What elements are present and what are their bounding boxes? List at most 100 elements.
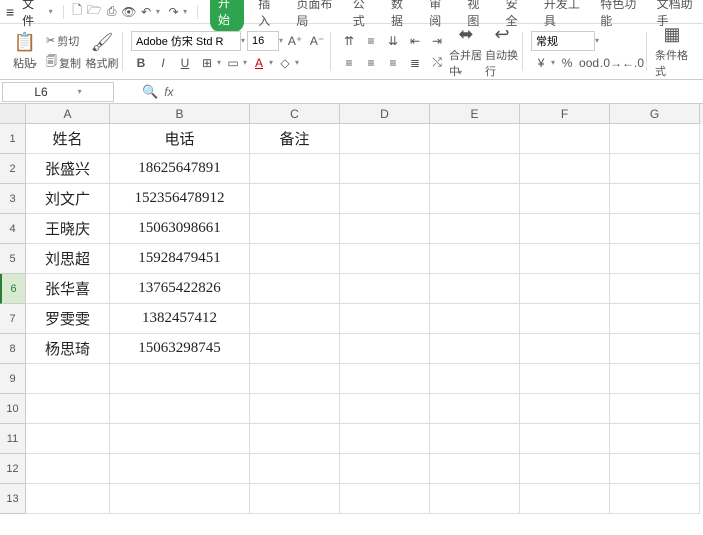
italic-button[interactable]: I xyxy=(153,53,173,73)
cell[interactable] xyxy=(520,214,610,244)
cell[interactable] xyxy=(340,334,430,364)
row-header[interactable]: 10 xyxy=(0,394,26,424)
row-header[interactable]: 3 xyxy=(0,184,26,214)
row-header[interactable]: 13 xyxy=(0,484,26,514)
cell[interactable] xyxy=(520,154,610,184)
cell[interactable]: 刘文广 xyxy=(26,184,110,214)
cell[interactable] xyxy=(430,394,520,424)
cell[interactable] xyxy=(610,364,700,394)
row-header[interactable]: 4 xyxy=(0,214,26,244)
cell[interactable] xyxy=(250,334,340,364)
cell[interactable]: 刘思超 xyxy=(26,244,110,274)
indent-increase-icon[interactable]: ⇥ xyxy=(427,31,447,51)
cell[interactable] xyxy=(110,364,250,394)
cell[interactable] xyxy=(430,304,520,334)
cell[interactable] xyxy=(610,214,700,244)
cell[interactable] xyxy=(430,364,520,394)
cell[interactable]: 张华喜 xyxy=(26,274,110,304)
paste-button[interactable]: 📋 粘贴▾ xyxy=(8,28,42,76)
cell[interactable]: 张盛兴 xyxy=(26,154,110,184)
print-preview-icon[interactable]: 👁 xyxy=(121,3,136,21)
comma-icon[interactable]: ood xyxy=(579,53,599,73)
decrease-font-icon[interactable]: A⁻ xyxy=(307,31,327,51)
cell[interactable] xyxy=(610,394,700,424)
cell[interactable] xyxy=(340,124,430,154)
cell[interactable] xyxy=(610,454,700,484)
cell[interactable] xyxy=(340,454,430,484)
cell[interactable] xyxy=(340,214,430,244)
cell[interactable] xyxy=(430,214,520,244)
font-color-button[interactable]: A xyxy=(249,53,269,73)
font-size-combo[interactable] xyxy=(247,31,279,51)
cell[interactable] xyxy=(110,454,250,484)
chevron-down-icon[interactable]: ▾ xyxy=(156,7,164,16)
row-header[interactable]: 1 xyxy=(0,124,26,154)
number-format-combo[interactable] xyxy=(531,31,595,51)
align-left-icon[interactable]: ≡ xyxy=(339,53,359,73)
cell[interactable] xyxy=(250,424,340,454)
cell[interactable] xyxy=(610,124,700,154)
fx-label[interactable]: fx xyxy=(164,85,173,99)
redo-icon[interactable]: ↷ xyxy=(166,3,181,21)
currency-icon[interactable]: ¥ xyxy=(531,53,551,73)
undo-icon[interactable]: ↶ xyxy=(139,3,154,21)
align-center-icon[interactable]: ≡ xyxy=(361,53,381,73)
col-header[interactable]: E xyxy=(430,104,520,124)
cell[interactable] xyxy=(430,154,520,184)
row-header[interactable]: 8 xyxy=(0,334,26,364)
increase-decimal-icon[interactable]: .0→ xyxy=(601,53,621,73)
file-menu[interactable]: 文件 xyxy=(18,0,46,29)
cell[interactable]: 姓名 xyxy=(26,124,110,154)
chevron-down-icon[interactable]: ▾ xyxy=(78,87,82,96)
formula-input[interactable] xyxy=(178,82,703,102)
cell[interactable] xyxy=(430,124,520,154)
cell[interactable] xyxy=(250,484,340,514)
align-top-icon[interactable]: ⇈ xyxy=(339,31,359,51)
cell[interactable] xyxy=(250,394,340,424)
cell[interactable] xyxy=(250,364,340,394)
font-name-combo[interactable] xyxy=(131,31,241,51)
cell[interactable] xyxy=(520,454,610,484)
col-header[interactable]: G xyxy=(610,104,700,124)
cell[interactable] xyxy=(26,454,110,484)
chevron-down-icon[interactable]: ▾ xyxy=(217,58,221,67)
cell[interactable] xyxy=(430,424,520,454)
cell[interactable] xyxy=(26,484,110,514)
cell[interactable] xyxy=(340,394,430,424)
cell[interactable] xyxy=(250,214,340,244)
cell[interactable] xyxy=(520,274,610,304)
col-header[interactable]: B xyxy=(110,104,250,124)
align-middle-icon[interactable]: ≡ xyxy=(361,31,381,51)
cell[interactable] xyxy=(26,364,110,394)
cell[interactable] xyxy=(110,394,250,424)
col-header[interactable]: C xyxy=(250,104,340,124)
cell[interactable] xyxy=(520,484,610,514)
cell[interactable] xyxy=(340,274,430,304)
percent-icon[interactable]: % xyxy=(557,53,577,73)
col-header[interactable]: F xyxy=(520,104,610,124)
cell[interactable] xyxy=(610,184,700,214)
name-box[interactable]: L6 ▾ xyxy=(2,82,114,102)
cell[interactable] xyxy=(340,184,430,214)
cell[interactable] xyxy=(430,454,520,484)
cell[interactable] xyxy=(430,334,520,364)
cell[interactable] xyxy=(340,364,430,394)
cell[interactable] xyxy=(610,244,700,274)
cell[interactable] xyxy=(520,304,610,334)
cell[interactable] xyxy=(520,124,610,154)
chevron-down-icon[interactable]: ▾ xyxy=(269,58,273,67)
col-header[interactable]: D xyxy=(340,104,430,124)
wrap-text-button[interactable]: ↩ 自动换行 xyxy=(485,28,519,76)
chevron-down-icon[interactable]: ▾ xyxy=(279,36,283,45)
row-header[interactable]: 12 xyxy=(0,454,26,484)
cell[interactable] xyxy=(520,364,610,394)
cell[interactable] xyxy=(250,304,340,334)
align-right-icon[interactable]: ≡ xyxy=(383,53,403,73)
bold-button[interactable]: B xyxy=(131,53,151,73)
conditional-format-button[interactable]: ▦ 条件格式 xyxy=(655,28,689,76)
new-icon[interactable]: 🗋 xyxy=(69,3,84,21)
borders-button[interactable]: ⊞ xyxy=(197,53,217,73)
cell[interactable] xyxy=(250,184,340,214)
chevron-down-icon[interactable]: ▾ xyxy=(243,58,247,67)
cell[interactable] xyxy=(430,484,520,514)
